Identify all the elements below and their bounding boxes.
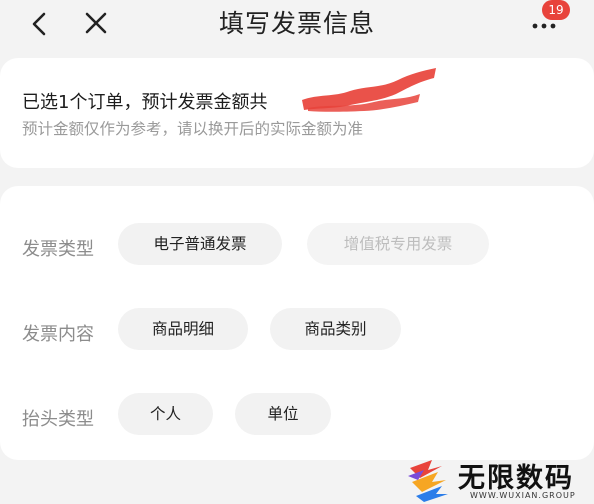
top-bar: 填写发票信息 19 bbox=[0, 0, 594, 48]
watermark: 无限数码 WWW.WUXIAN.GROUP bbox=[398, 452, 578, 504]
redaction-mark bbox=[302, 68, 436, 112]
option-item-details[interactable]: 商品明细 bbox=[118, 308, 248, 350]
brand-logo-icon bbox=[408, 460, 448, 502]
close-icon bbox=[85, 12, 107, 34]
title-type-row: 抬头类型 个人 单位 bbox=[0, 393, 594, 437]
option-company[interactable]: 单位 bbox=[235, 393, 331, 435]
order-summary-text: 已选1个订单，预计发票金额共 bbox=[22, 92, 268, 113]
invoice-form-card: 发票类型 电子普通发票 增值税专用发票 发票内容 商品明细 商品类别 抬头类型 … bbox=[0, 186, 594, 460]
close-button[interactable] bbox=[78, 6, 114, 42]
option-electronic-invoice[interactable]: 电子普通发票 bbox=[118, 223, 282, 265]
option-vat-special-invoice[interactable]: 增值税专用发票 bbox=[307, 223, 489, 265]
option-personal[interactable]: 个人 bbox=[118, 393, 213, 435]
order-summary-card: 已选1个订单，预计发票金额共 预计金额仅作为参考，请以换开后的实际金额为准 bbox=[0, 58, 594, 168]
invoice-type-row: 发票类型 电子普通发票 增值税专用发票 bbox=[0, 223, 594, 267]
option-item-category[interactable]: 商品类别 bbox=[270, 308, 401, 350]
back-button[interactable] bbox=[22, 6, 58, 42]
chevron-left-icon bbox=[32, 12, 46, 36]
amount-hint-text: 预计金额仅作为参考，请以换开后的实际金额为准 bbox=[22, 120, 364, 138]
watermark-url: WWW.WUXIAN.GROUP bbox=[470, 491, 576, 500]
invoice-type-label: 发票类型 bbox=[22, 239, 94, 260]
watermark-name: 无限数码 bbox=[458, 463, 574, 494]
invoice-content-label: 发票内容 bbox=[22, 324, 94, 345]
notification-badge: 19 bbox=[542, 0, 570, 20]
title-type-label: 抬头类型 bbox=[22, 409, 94, 430]
invoice-content-row: 发票内容 商品明细 商品类别 bbox=[0, 308, 594, 352]
